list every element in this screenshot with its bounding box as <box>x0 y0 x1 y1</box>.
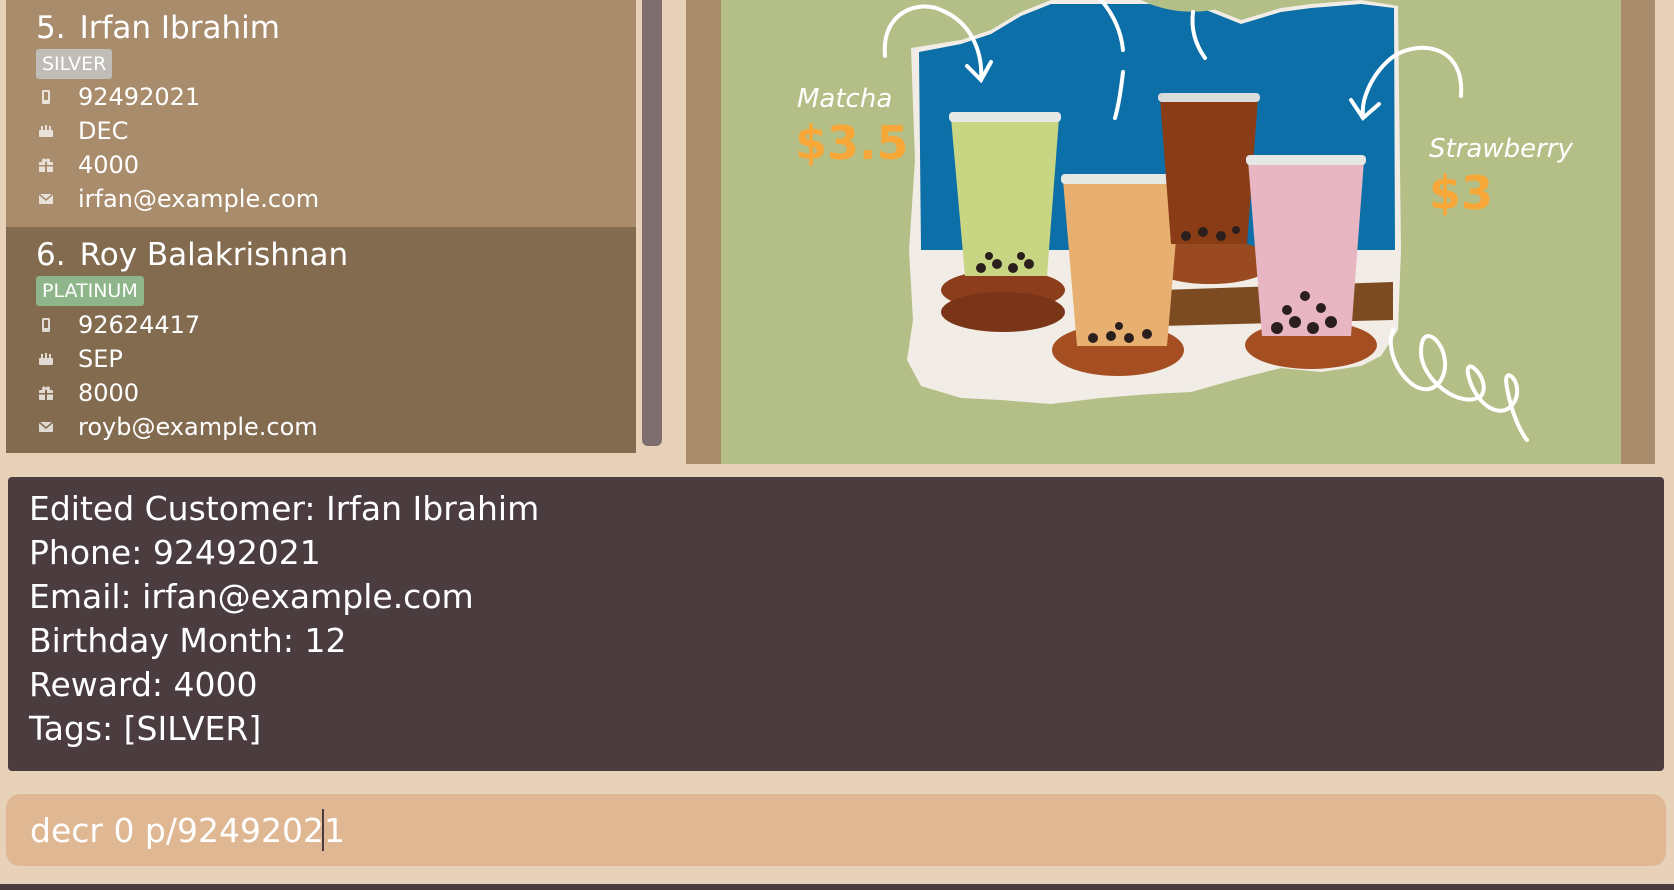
customer-name: Irfan Ibrahim <box>79 10 280 46</box>
birthday-row: SEP <box>36 344 123 374</box>
status-bar <box>0 884 1674 890</box>
promo-panel: Matcha $3.5 Strawberry $3 <box>686 0 1655 464</box>
customer-index: 5. <box>36 10 66 46</box>
birthday-value: SEP <box>78 345 123 373</box>
reward-row: 4000 <box>36 150 139 180</box>
list-scrollbar[interactable] <box>636 0 666 453</box>
tag-badge: SILVER <box>36 49 113 79</box>
phone-row: 92624417 <box>36 310 200 340</box>
birthday-value: DEC <box>78 117 129 145</box>
birthday-row: DEC <box>36 116 128 146</box>
email-row: royb@example.com <box>36 412 318 442</box>
envelope-icon <box>36 417 56 437</box>
gift-icon <box>36 383 56 403</box>
customer-list[interactable]: 5. Irfan Ibrahim SILVER 92492021 DEC 4000 <box>0 0 666 453</box>
customer-card[interactable]: 5. Irfan Ibrahim SILVER 92492021 DEC 4000 <box>6 0 636 228</box>
matcha-price: $3.5 <box>795 116 909 170</box>
customer-card[interactable]: 6. Roy Balakrishnan PLATINUM 92624417 SEP… <box>6 227 636 453</box>
result-line-customer: Edited Customer: Irfan Ibrahim <box>29 489 540 528</box>
phone-row: 92492021 <box>36 82 200 112</box>
bubble-tea-illustration <box>882 0 1529 442</box>
result-line-birthday: Birthday Month: 12 <box>29 621 347 660</box>
cake-icon <box>36 121 56 141</box>
customer-index: 6. <box>36 237 66 273</box>
reward-value: 4000 <box>78 151 140 179</box>
result-display: Edited Customer: Irfan Ibrahim Phone: 92… <box>8 477 1664 771</box>
command-input[interactable] <box>30 794 1630 866</box>
customer-name: Roy Balakrishnan <box>79 237 349 273</box>
email-value: irfan@example.com <box>78 185 320 213</box>
bubble-tea-promo-image: Matcha $3.5 Strawberry $3 <box>721 0 1621 464</box>
scrollbar-thumb[interactable] <box>642 0 662 446</box>
result-line-reward: Reward: 4000 <box>29 665 258 704</box>
command-box[interactable] <box>6 794 1666 866</box>
phone-icon <box>36 87 56 107</box>
tag-badge: PLATINUM <box>36 276 144 306</box>
cake-icon <box>36 349 56 369</box>
reward-row: 8000 <box>36 378 139 408</box>
email-value: royb@example.com <box>78 413 318 441</box>
phone-value: 92492021 <box>78 83 201 111</box>
email-row: irfan@example.com <box>36 184 319 214</box>
strawberry-price: $3 <box>1429 166 1494 220</box>
customer-name-row: 6. Roy Balakrishnan <box>36 237 348 273</box>
envelope-icon <box>36 189 56 209</box>
result-line-phone: Phone: 92492021 <box>29 533 321 572</box>
customer-name-row: 5. Irfan Ibrahim <box>36 10 280 46</box>
text-cursor <box>322 809 324 851</box>
phone-value: 92624417 <box>78 311 201 339</box>
matcha-label: Matcha <box>797 84 893 114</box>
strawberry-label: Strawberry <box>1429 134 1573 164</box>
reward-value: 8000 <box>78 379 140 407</box>
result-line-tags: Tags: [SILVER] <box>29 709 262 748</box>
gift-icon <box>36 155 56 175</box>
phone-icon <box>36 315 56 335</box>
result-line-email: Email: irfan@example.com <box>29 577 474 616</box>
